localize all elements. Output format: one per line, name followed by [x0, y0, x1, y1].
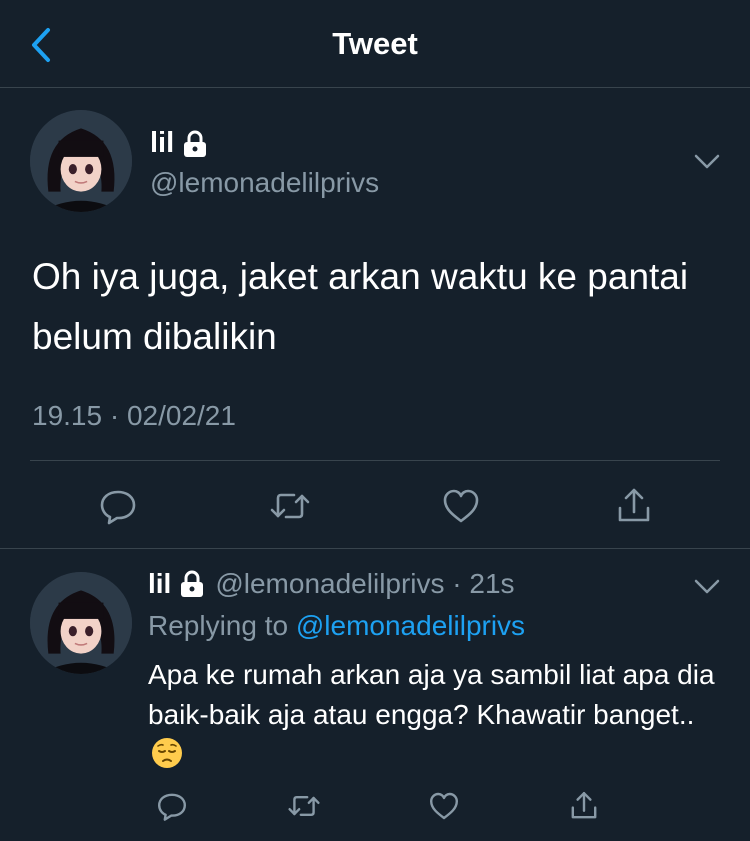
avatar[interactable] — [30, 110, 132, 212]
reply-text: Apa ke rumah arkan aja ya sambil liat ap… — [148, 659, 715, 730]
page-title: Tweet — [332, 26, 418, 61]
reply-button[interactable] — [94, 482, 142, 530]
share-icon — [618, 488, 650, 522]
retweet-button[interactable] — [266, 482, 314, 530]
author-handle[interactable]: @lemonadelilprivs — [150, 167, 379, 199]
reply-avatar[interactable] — [30, 572, 132, 674]
top-bar: Tweet — [0, 0, 750, 88]
reply-icon — [158, 793, 186, 821]
like-button[interactable] — [437, 482, 485, 530]
tweet-timestamp[interactable]: 19.15 · 02/02/21 — [32, 400, 236, 432]
pensive-face-icon — [152, 738, 182, 768]
reply-handle-time[interactable]: @lemonadelilprivs · 21s — [215, 568, 514, 600]
replying-handle-link[interactable]: @lemonadelilprivs — [296, 610, 525, 641]
reply-icon — [100, 490, 136, 525]
lock-icon — [184, 130, 207, 157]
reply-header: lil @lemonadelilprivs · 21s — [148, 568, 515, 600]
reply-button[interactable] — [152, 786, 192, 826]
lock-icon — [181, 570, 204, 597]
retweet-button[interactable] — [284, 786, 324, 826]
replying-to: Replying to @lemonadelilprivs — [148, 610, 525, 642]
divider — [30, 460, 720, 461]
retweet-icon — [270, 493, 310, 519]
chevron-down-icon[interactable] — [692, 577, 722, 597]
chevron-down-icon[interactable] — [692, 152, 722, 172]
avatar-image — [30, 572, 132, 674]
reply-text-block: Apa ke rumah arkan aja ya sambil liat ap… — [148, 655, 728, 775]
divider — [0, 548, 750, 549]
like-icon — [443, 489, 479, 523]
reply-author-name[interactable]: lil — [148, 568, 171, 600]
replying-prefix: Replying to — [148, 610, 296, 641]
like-icon — [430, 792, 458, 820]
author-name[interactable]: lil — [150, 127, 208, 160]
share-button[interactable] — [564, 786, 604, 826]
author-name-text: lil — [150, 127, 175, 159]
tweet-text: Oh iya juga, jaket arkan waktu ke pantai… — [32, 256, 689, 357]
share-button[interactable] — [610, 482, 658, 530]
share-icon — [571, 792, 597, 819]
retweet-icon — [288, 796, 320, 816]
like-button[interactable] — [424, 786, 464, 826]
avatar-image — [30, 110, 132, 212]
